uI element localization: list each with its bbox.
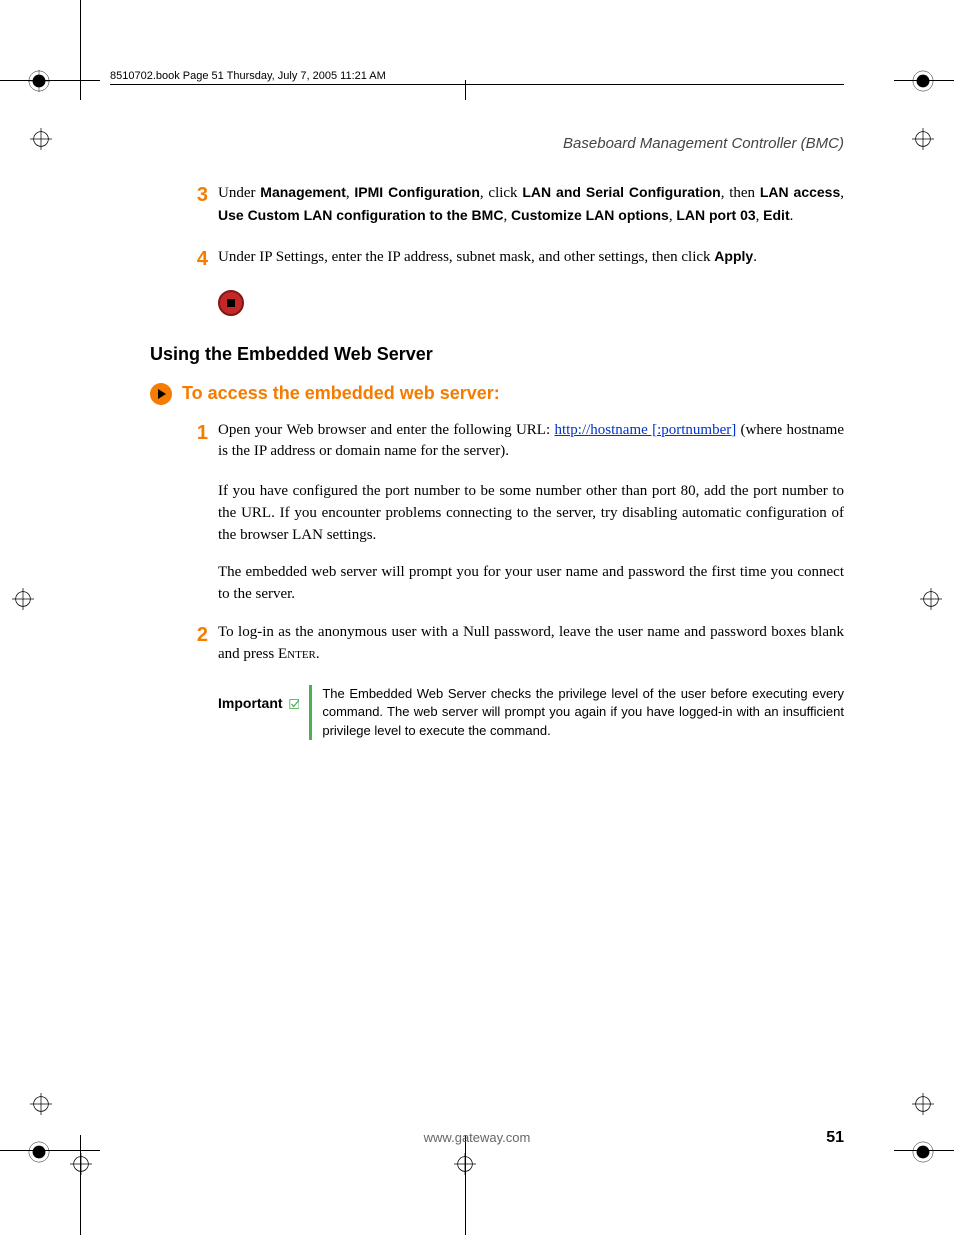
paragraph: If you have configured the port number t… [110,481,844,546]
step-number: 2 [180,622,218,666]
crosshair-icon [30,1093,52,1115]
paragraph: The embedded web server will prompt you … [110,562,844,606]
heading: Using the Embedded Web Server [150,344,844,365]
url-link[interactable]: http://hostname [:portnumber] [554,422,736,438]
footer: www.gateway.com 51 [0,1130,954,1145]
step-number: 4 [180,246,218,272]
crosshair-icon [454,1153,476,1175]
crosshair-icon [912,1093,934,1115]
important-text: The Embedded Web Server checks the privi… [309,685,844,740]
crosshair-icon [70,1153,92,1175]
step-number: 3 [180,182,218,228]
subheading: To access the embedded web server: [182,383,500,404]
important-block: Important The Embedded Web Server checks… [110,685,844,740]
step-body: To log-in as the anonymous user with a N… [218,622,844,666]
play-icon [150,383,172,405]
step: 3Under Management, IPMI Configuration, c… [110,182,844,228]
footer-url: www.gateway.com [110,1130,844,1145]
stop-icon [218,290,244,316]
step-2: 2 To log-in as the anonymous user with a… [110,622,844,666]
checkmark-icon [289,691,300,717]
registration-mark-icon [28,70,50,92]
page-number: 51 [826,1129,844,1147]
crosshair-icon [912,128,934,150]
step-1: 1 Open your Web browser and enter the fo… [110,420,844,464]
step: 4Under IP Settings, enter the IP address… [110,246,844,272]
subheading-row: To access the embedded web server: [110,383,844,405]
crosshair-icon [920,588,942,610]
step-body: Open your Web browser and enter the foll… [218,420,844,464]
document-page: 8510702.book Page 51 Thursday, July 7, 2… [0,0,954,1235]
crosshair-icon [12,588,34,610]
step-body: Under IP Settings, enter the IP address,… [218,246,757,272]
step-number: 1 [180,420,218,464]
header-line: 8510702.book Page 51 Thursday, July 7, 2… [110,70,844,85]
registration-mark-icon [912,70,934,92]
crosshair-icon [30,128,52,150]
important-label: Important [218,685,283,711]
section-title: Baseboard Management Controller (BMC) [110,135,844,152]
step-body: Under Management, IPMI Configuration, cl… [218,182,844,228]
